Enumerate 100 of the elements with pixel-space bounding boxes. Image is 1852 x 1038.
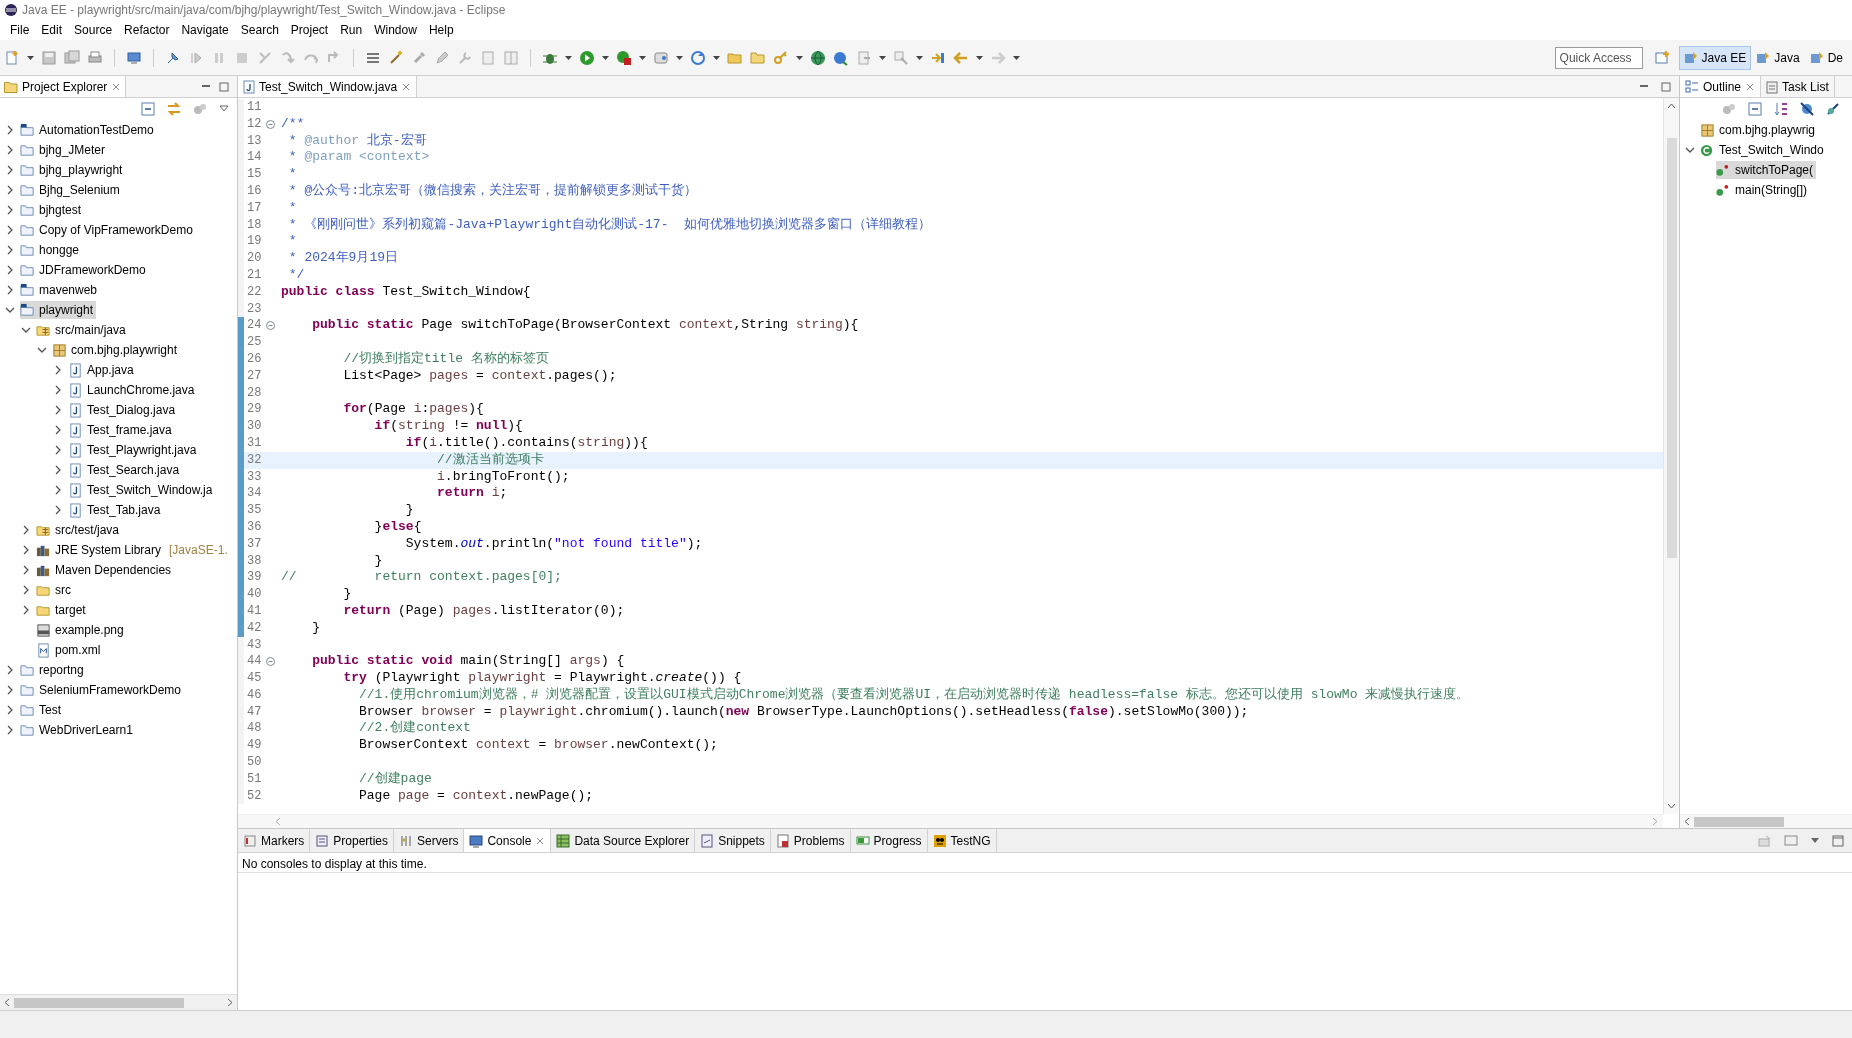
tree-item[interactable]: main(String[]) [1716, 181, 1811, 199]
tree-item[interactable]: hongge [20, 241, 83, 259]
tree-item[interactable]: LaunchChrome.java [68, 381, 198, 399]
view-menu-icon[interactable] [1810, 836, 1820, 845]
tree-item[interactable]: Test_Dialog.java [68, 401, 179, 419]
scroll-left-icon[interactable] [3, 998, 11, 1007]
dropdown-caret-icon[interactable] [676, 55, 683, 60]
tree-item[interactable]: Test_frame.java [68, 421, 175, 439]
scroll-down-icon[interactable] [1667, 802, 1676, 810]
menu-item[interactable]: Search [234, 21, 285, 39]
menu-item[interactable]: Window [368, 21, 423, 39]
view-tab[interactable]: Problems [770, 829, 851, 852]
globe-icon[interactable] [810, 49, 826, 66]
tree-item[interactable]: reportng [20, 661, 87, 679]
wand-icon[interactable] [388, 49, 404, 66]
tree-item[interactable]: src/main/java [36, 321, 129, 339]
perspective-button[interactable]: Java EE [1678, 45, 1752, 70]
view-tab[interactable]: Properties [310, 829, 395, 852]
collapse-all-icon[interactable] [1748, 102, 1762, 116]
tree-item[interactable]: WebDriverLearn1 [20, 721, 136, 739]
scroll-up-icon[interactable] [1667, 102, 1676, 110]
scroll-right-icon[interactable] [226, 998, 234, 1007]
close-icon[interactable] [535, 835, 546, 846]
menu-item[interactable]: Refactor [118, 21, 176, 39]
project-explorer-tab[interactable]: Project Explorer [0, 76, 127, 97]
new-file-icon[interactable] [4, 49, 20, 66]
collapse-all-icon[interactable] [141, 102, 155, 116]
tree-item[interactable]: SeleniumFrameworkDemo [20, 681, 185, 699]
filter-dots-icon[interactable] [193, 102, 207, 116]
tree-item[interactable]: playwright [20, 301, 97, 319]
dropdown-caret-icon[interactable] [1013, 55, 1020, 60]
hide-fields-icon[interactable] [1800, 102, 1814, 116]
menu-item[interactable]: Edit [35, 21, 69, 39]
tree-item[interactable]: Test_Search.java [68, 461, 183, 479]
dropdown-caret-icon[interactable] [639, 55, 646, 60]
tree-item[interactable]: mavenweb [20, 281, 101, 299]
tree-item[interactable]: Test_Playwright.java [68, 441, 200, 459]
tree-item[interactable]: com.bjhg.playwrig [1700, 121, 1819, 139]
run-icon[interactable] [579, 49, 595, 66]
tree-item[interactable]: Maven Dependencies [36, 561, 175, 579]
sort-icon[interactable] [1774, 102, 1788, 116]
tree-item[interactable]: example.png [36, 621, 127, 639]
back-arrow-icon[interactable] [953, 49, 969, 66]
menu-item[interactable]: Navigate [175, 21, 235, 39]
horizontal-scrollbar[interactable] [0, 994, 237, 1010]
menu-item[interactable]: File [4, 21, 36, 39]
view-tab[interactable]: Snippets [695, 829, 771, 852]
dropdown-caret-icon[interactable] [27, 55, 34, 60]
view-tab[interactable]: Progress [850, 829, 928, 852]
tree-item[interactable]: App.java [68, 361, 137, 379]
horizontal-scrollbar[interactable] [1680, 814, 1852, 828]
print-icon[interactable] [87, 49, 103, 66]
dropdown-caret-icon[interactable] [713, 55, 720, 60]
close-icon[interactable] [1745, 81, 1756, 92]
tree-item[interactable]: Test_Switch_Window.ja [68, 481, 216, 499]
collapse-fold-icon[interactable] [266, 321, 275, 331]
close-icon[interactable] [111, 81, 122, 92]
dropdown-caret-icon[interactable] [602, 55, 609, 60]
maximize-icon[interactable] [1832, 834, 1844, 847]
editor-tab[interactable]: Test_Switch_Window.java [238, 76, 418, 97]
quick-access-field[interactable]: Quick Access [1554, 46, 1643, 69]
tree-item[interactable]: Test [20, 701, 64, 719]
collapse-fold-icon[interactable] [266, 119, 275, 129]
menu-item[interactable]: Source [68, 21, 119, 39]
dropdown-caret-icon[interactable] [916, 55, 923, 60]
dropdown-caret-icon[interactable] [796, 55, 803, 60]
menu-item[interactable]: Help [422, 21, 460, 39]
tree-item[interactable]: src/test/java [36, 521, 123, 539]
tree-item[interactable]: AutomationTestDemo [20, 121, 157, 139]
link-arrows-icon[interactable] [167, 102, 181, 116]
open-perspective-icon[interactable] [1654, 49, 1671, 66]
tree-item[interactable]: Copy of VipFrameworkDemo [20, 221, 196, 239]
tree-item[interactable]: Test_Tab.java [68, 501, 164, 519]
tree-item[interactable]: JRE System Library [JavaSE-1. [36, 541, 231, 559]
menu-item[interactable]: Run [334, 21, 369, 39]
menu-item[interactable]: Project [284, 21, 335, 39]
view-tab[interactable]: TestNG [927, 829, 997, 852]
dropdown-caret-icon[interactable] [879, 55, 886, 60]
perspective-button[interactable]: De [1804, 45, 1848, 70]
refresh-icon[interactable] [690, 49, 706, 66]
server-icon[interactable] [653, 49, 669, 66]
tree-item[interactable]: src [36, 581, 74, 599]
coverage-icon[interactable] [616, 49, 632, 66]
dropdown-caret-icon[interactable] [565, 55, 572, 60]
tree-item[interactable]: bjhgtest [20, 201, 85, 219]
vertical-scrollbar[interactable] [1663, 98, 1679, 814]
key-icon[interactable] [773, 49, 789, 66]
tree-item[interactable]: pom.xml [36, 641, 104, 659]
outline-tab[interactable]: Outline [1680, 76, 1762, 97]
tree-item[interactable]: Test_Switch_Windo [1700, 141, 1827, 159]
maximize-icon[interactable] [219, 81, 229, 92]
tree-item[interactable]: JDFrameworkDemo [20, 261, 149, 279]
close-icon[interactable] [401, 81, 412, 92]
tree-item[interactable]: switchToPage( [1716, 161, 1817, 179]
monitor-icon[interactable] [126, 49, 142, 66]
perspective-button[interactable]: Java [1751, 45, 1805, 70]
view-tab[interactable]: Markers [238, 829, 311, 852]
tree-item[interactable]: com.bjhg.playwright [52, 341, 181, 359]
filter-dots-icon[interactable] [1722, 102, 1736, 116]
hide-static-icon[interactable] [1826, 102, 1840, 116]
